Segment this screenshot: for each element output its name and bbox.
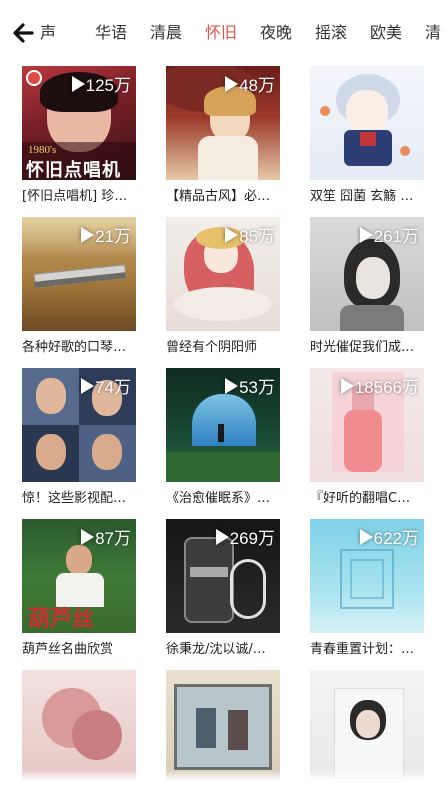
tab-7[interactable]: 清 [425,22,446,44]
play-count-value: 18566万 [354,378,419,397]
tab-5[interactable]: 摇滚 [315,22,370,44]
play-count: 48万 [225,71,275,96]
playlist-title[interactable]: 【精品古风】必… [166,188,280,206]
tab-4[interactable]: 夜晚 [260,22,315,44]
playlist-card[interactable]: 1980's 怀旧点唱机 125万 [怀旧点唱机] 珍… [22,66,136,217]
play-count: 269万 [215,524,275,549]
playlist-title[interactable]: 葫芦丝名曲欣赏 [22,641,136,659]
play-count: 85万 [225,222,275,247]
arrow-left-icon [13,23,34,43]
play-icon [81,226,95,243]
playlist-cover [310,670,424,784]
playlist-cover: 1980's 怀旧点唱机 125万 [22,66,136,180]
play-count-value: 87万 [95,529,131,548]
play-icon [71,75,85,92]
play-icon [359,226,373,243]
playlist-title[interactable]: 曾经有个阴阳师 [166,339,280,357]
play-count-value: 21万 [95,227,131,246]
playlist-title[interactable]: 双笙 囧菌 玄觞 … [310,188,424,206]
playlist-cover: 261万 [310,217,424,331]
play-count: 53万 [225,373,275,398]
playlist-title[interactable]: 惊！这些影视配… [22,490,136,508]
bottom-fade [0,770,446,796]
play-count-value: 269万 [229,529,275,548]
playlist-card[interactable]: 葫芦丝 87万 葫芦丝名曲欣赏 [22,519,136,670]
play-icon [225,377,239,394]
logo-icon [26,70,42,86]
play-icon [81,528,95,545]
cover-title-text: 葫芦丝 [28,606,95,631]
play-icon [225,75,239,92]
play-count-value: 74万 [95,378,131,397]
play-count: 622万 [359,524,419,549]
tab-2[interactable]: 清晨 [150,22,205,44]
play-count-value: 85万 [239,227,275,246]
play-icon [215,528,229,545]
playlist-cover: 74万 [22,368,136,482]
playlist-cover: 53万 [166,368,280,482]
back-button[interactable] [10,20,36,46]
play-count: 18566万 [340,373,419,398]
playlist-card[interactable]: 261万 时光催促我们成… [310,217,424,368]
playlist-card[interactable]: 48万 【精品古风】必… [166,66,280,217]
playlist-title[interactable]: 『好听的翻唱C… [310,490,424,508]
playlist-cover: 葫芦丝 87万 [22,519,136,633]
play-count: 87万 [81,524,131,549]
playlist-cover: 18566万 [310,368,424,482]
playlist-card[interactable]: 双笙 囧菌 玄觞 … [310,66,424,217]
play-icon [340,377,354,394]
play-count-value: 53万 [239,378,275,397]
play-count-value: 48万 [239,76,275,95]
playlist-title[interactable]: 青春重置计划：… [310,641,424,659]
play-count-value: 125万 [85,76,131,95]
tab-3-active[interactable]: 怀旧 [205,22,260,44]
play-icon [359,528,373,545]
playlist-title[interactable]: 徐秉龙/沈以诚/… [166,641,280,659]
playlist-card[interactable]: 74万 惊！这些影视配… [22,368,136,519]
play-count: 74万 [81,373,131,398]
play-count: 21万 [81,222,131,247]
playlist-cover: 269万 [166,519,280,633]
playlist-cover [22,670,136,784]
play-count: 125万 [71,71,131,96]
playlist-title[interactable]: 各种好歌的口琴… [22,339,136,357]
playlist-cover: 622万 [310,519,424,633]
playlist-cover: 85万 [166,217,280,331]
playlist-card[interactable]: 21万 各种好歌的口琴… [22,217,136,368]
playlist-title[interactable]: 《治愈催眠系》… [166,490,280,508]
cover-year-text: 1980's [28,144,57,156]
playlist-cover: 21万 [22,217,136,331]
play-count-value: 622万 [373,529,419,548]
tab-6[interactable]: 欧美 [370,22,425,44]
playlist-card[interactable]: 622万 青春重置计划：… [310,519,424,670]
play-icon [225,226,239,243]
playlist-grid: 1980's 怀旧点唱机 125万 [怀旧点唱机] 珍… 48万 【精品古风】必… [22,66,424,796]
playlist-title[interactable]: 时光催促我们成… [310,339,424,357]
playlist-cover [166,670,280,784]
cover-title-text: 怀旧点唱机 [26,160,121,180]
tab-0[interactable]: 声 [40,22,95,44]
playlist-card[interactable]: 85万 曾经有个阴阳师 [166,217,280,368]
tabs-row: 声 华语 清晨 怀旧 夜晚 摇滚 欧美 清 [40,22,446,44]
play-count: 261万 [359,222,419,247]
tab-1[interactable]: 华语 [95,22,150,44]
playlist-card[interactable]: 53万 《治愈催眠系》… [166,368,280,519]
playlist-card[interactable]: 18566万 『好听的翻唱C… [310,368,424,519]
category-tab-bar: 声 华语 清晨 怀旧 夜晚 摇滚 欧美 清 [0,0,446,60]
playlist-cover [310,66,424,180]
playlist-card[interactable]: 269万 徐秉龙/沈以诚/… [166,519,280,670]
play-count-value: 261万 [373,227,419,246]
playlist-cover: 48万 [166,66,280,180]
play-icon [81,377,95,394]
playlist-title[interactable]: [怀旧点唱机] 珍… [22,188,136,206]
